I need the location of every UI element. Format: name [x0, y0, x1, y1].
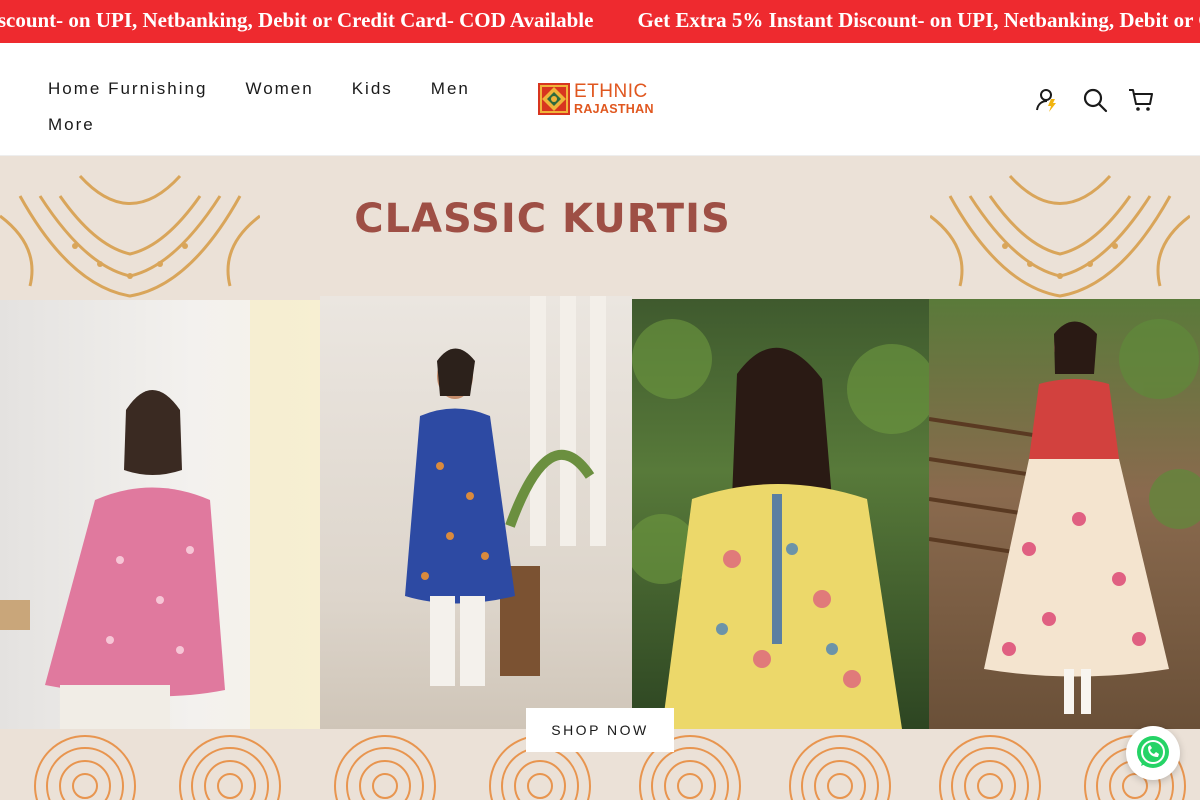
hero-banner: CLASSIC KURTIS SHOP NOW — [0, 156, 1200, 800]
announcement-text: iscount- on UPI, Netbanking, Debit or Cr… — [0, 8, 594, 32]
nav-kids[interactable]: Kids — [352, 71, 393, 107]
hero-photos — [0, 296, 1200, 729]
main-nav: Home Furnishing Women Kids Men More — [48, 71, 508, 143]
model-figure-icon — [0, 300, 320, 729]
logo-text-rajasthan: RAJASTHAN — [574, 102, 654, 116]
whatsapp-icon — [1137, 736, 1169, 768]
nav-men[interactable]: Men — [431, 71, 470, 107]
nav-more[interactable]: More — [48, 107, 95, 143]
photo-red-anarkali-kurta[interactable] — [929, 299, 1200, 729]
logo-mark-icon — [538, 83, 570, 115]
nav-women[interactable]: Women — [245, 71, 313, 107]
shop-now-button[interactable]: SHOP NOW — [526, 708, 674, 752]
announcement-track: iscount- on UPI, Netbanking, Debit or Cr… — [0, 8, 1200, 33]
account-icon[interactable] — [1035, 87, 1061, 113]
photo-pink-short-kurti[interactable] — [0, 300, 320, 729]
nav-home-furnishing[interactable]: Home Furnishing — [48, 71, 207, 107]
model-figure-icon — [405, 296, 606, 686]
search-icon[interactable] — [1082, 87, 1108, 113]
header-icons — [1019, 87, 1154, 113]
photo-blue-printed-kurta[interactable] — [320, 296, 632, 729]
whatsapp-chat-button[interactable] — [1126, 726, 1180, 780]
model-figure-icon — [632, 319, 929, 729]
hero-title: CLASSIC KURTIS — [354, 196, 731, 242]
cart-icon[interactable] — [1128, 87, 1154, 113]
photo-yellow-floral-kurti[interactable] — [632, 299, 929, 729]
site-header: Home Furnishing Women Kids Men More ETHNIC R… — [0, 43, 1200, 156]
announcement-bar: iscount- on UPI, Netbanking, Debit or Cr… — [0, 0, 1200, 43]
logo-text-ethnic: ETHNIC — [574, 81, 648, 102]
announcement-text: Get Extra 5% Instant Discount- on UPI, N… — [637, 8, 1200, 32]
model-figure-icon — [929, 319, 1200, 714]
site-logo[interactable]: ETHNIC RAJASTHAN — [537, 81, 667, 119]
